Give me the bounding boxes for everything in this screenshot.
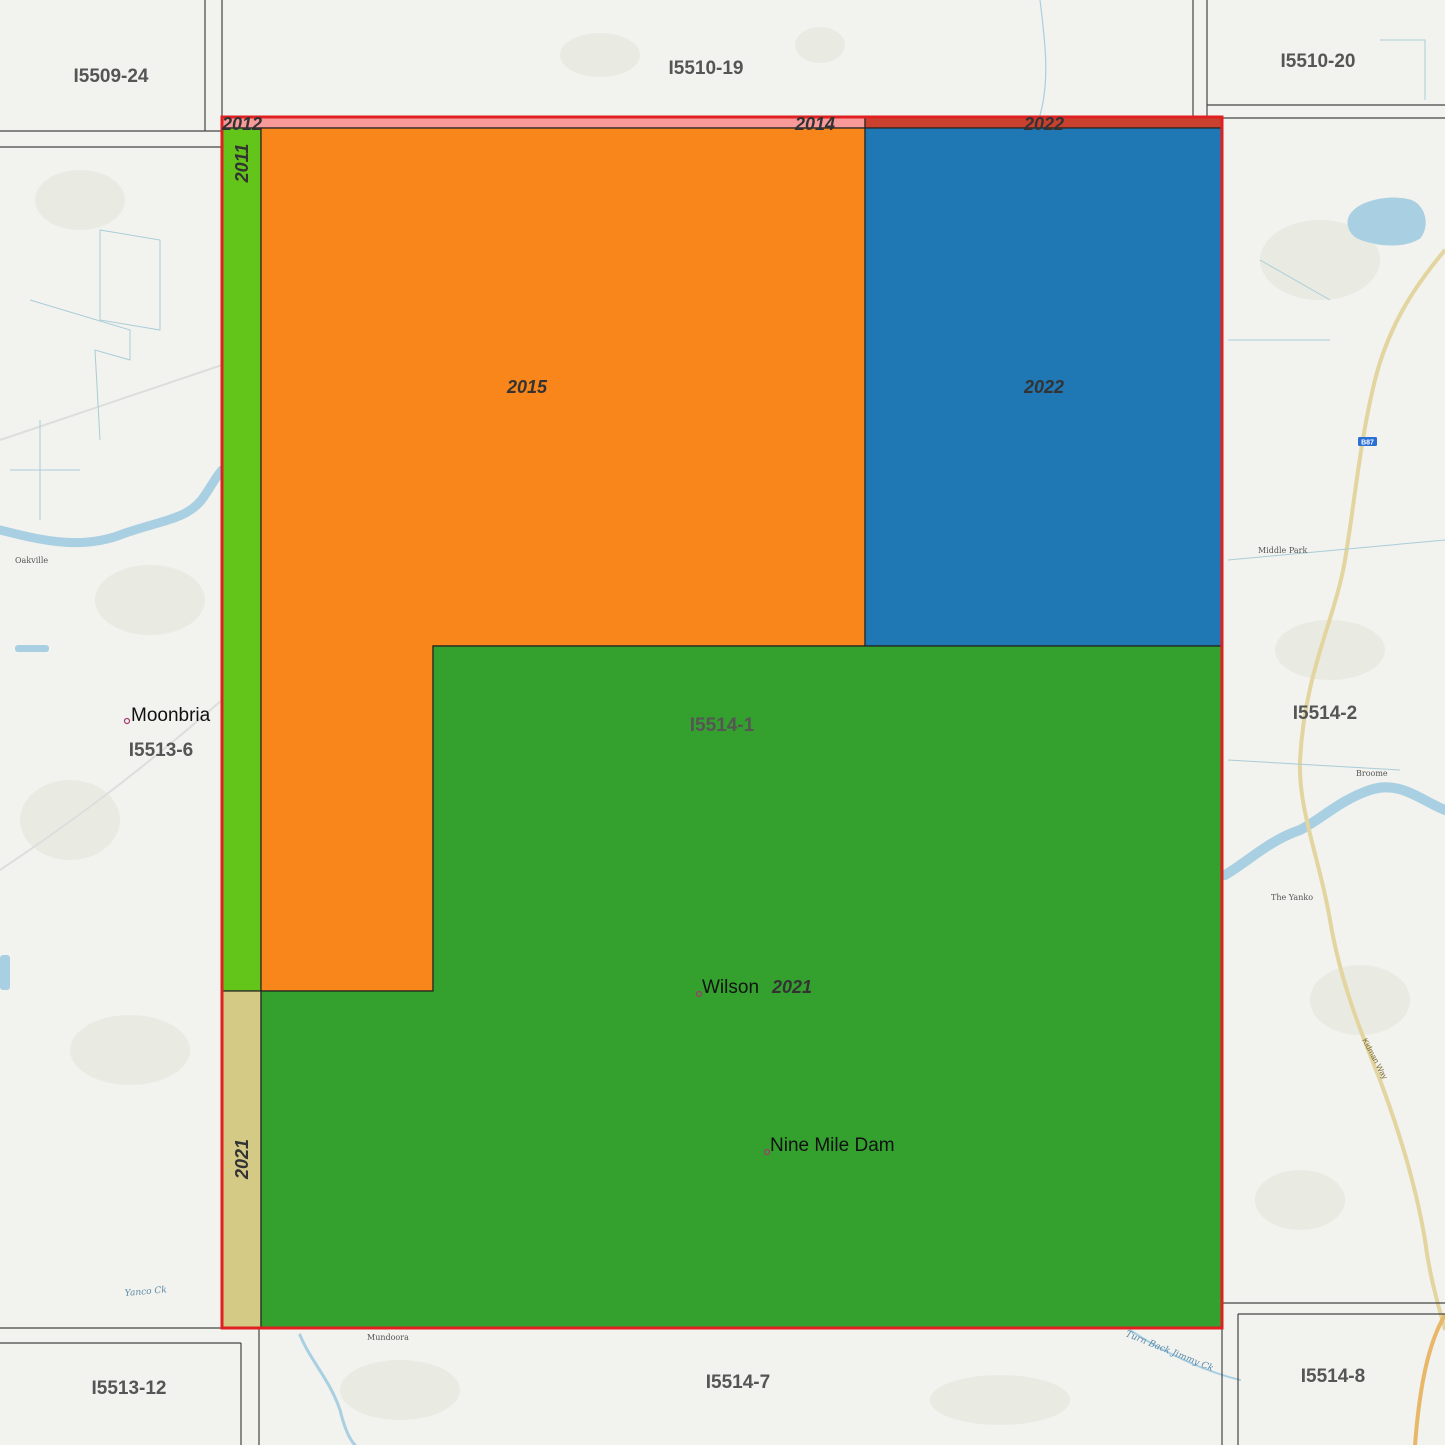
sheet-label-i5509-24[interactable]: I5509-24 <box>73 66 148 87</box>
sheet-label-i5514-7[interactable]: I5514-7 <box>706 1372 770 1393</box>
road-shield-b87-text: B87 <box>1361 440 1374 447</box>
sheet-label-i5513-12[interactable]: I5513-12 <box>91 1378 166 1399</box>
place-label-wilson[interactable]: Wilson <box>702 977 759 998</box>
map-canvas[interactable]: I5509-24 I5510-19 I5510-20 I5513-6 I5514… <box>0 0 1445 1445</box>
place-label-nine-mile-dam[interactable]: Nine Mile Dam <box>770 1135 895 1156</box>
year-label-2022-strip: 2022 <box>1023 114 1064 134</box>
year-label-2012: 2012 <box>221 114 262 134</box>
strip-2012-2014 <box>221 116 866 129</box>
lake-west-2 <box>0 955 10 990</box>
label-oakville: Oakville <box>15 556 48 565</box>
label-mundoora: Mundoora <box>367 1333 409 1342</box>
label-middle-park: Middle Park <box>1258 546 1307 555</box>
sheet-label-i5513-6[interactable]: I5513-6 <box>129 740 193 761</box>
year-label-2014: 2014 <box>794 114 835 134</box>
lake-west-1 <box>15 645 49 652</box>
sheet-label-i5514-8[interactable]: I5514-8 <box>1301 1366 1365 1387</box>
label-broome: Broome <box>1356 769 1388 778</box>
year-label-2011: 2011 <box>232 144 252 184</box>
place-label-moonbria[interactable]: Moonbria <box>131 705 211 726</box>
year-label-2021-tan: 2021 <box>232 1139 252 1180</box>
label-the-yanko: The Yanko <box>1271 893 1313 902</box>
sheet-label-i5510-20[interactable]: I5510-20 <box>1280 51 1355 72</box>
sheet-label-i5510-19[interactable]: I5510-19 <box>668 58 743 79</box>
year-label-2022: 2022 <box>1023 377 1064 397</box>
year-label-2021: 2021 <box>771 977 812 997</box>
year-label-2015: 2015 <box>506 377 548 397</box>
column-2011 <box>221 127 262 992</box>
sheet-label-i5514-1[interactable]: I5514-1 <box>690 715 755 736</box>
sheet-label-i5514-2[interactable]: I5514-2 <box>1293 703 1357 724</box>
